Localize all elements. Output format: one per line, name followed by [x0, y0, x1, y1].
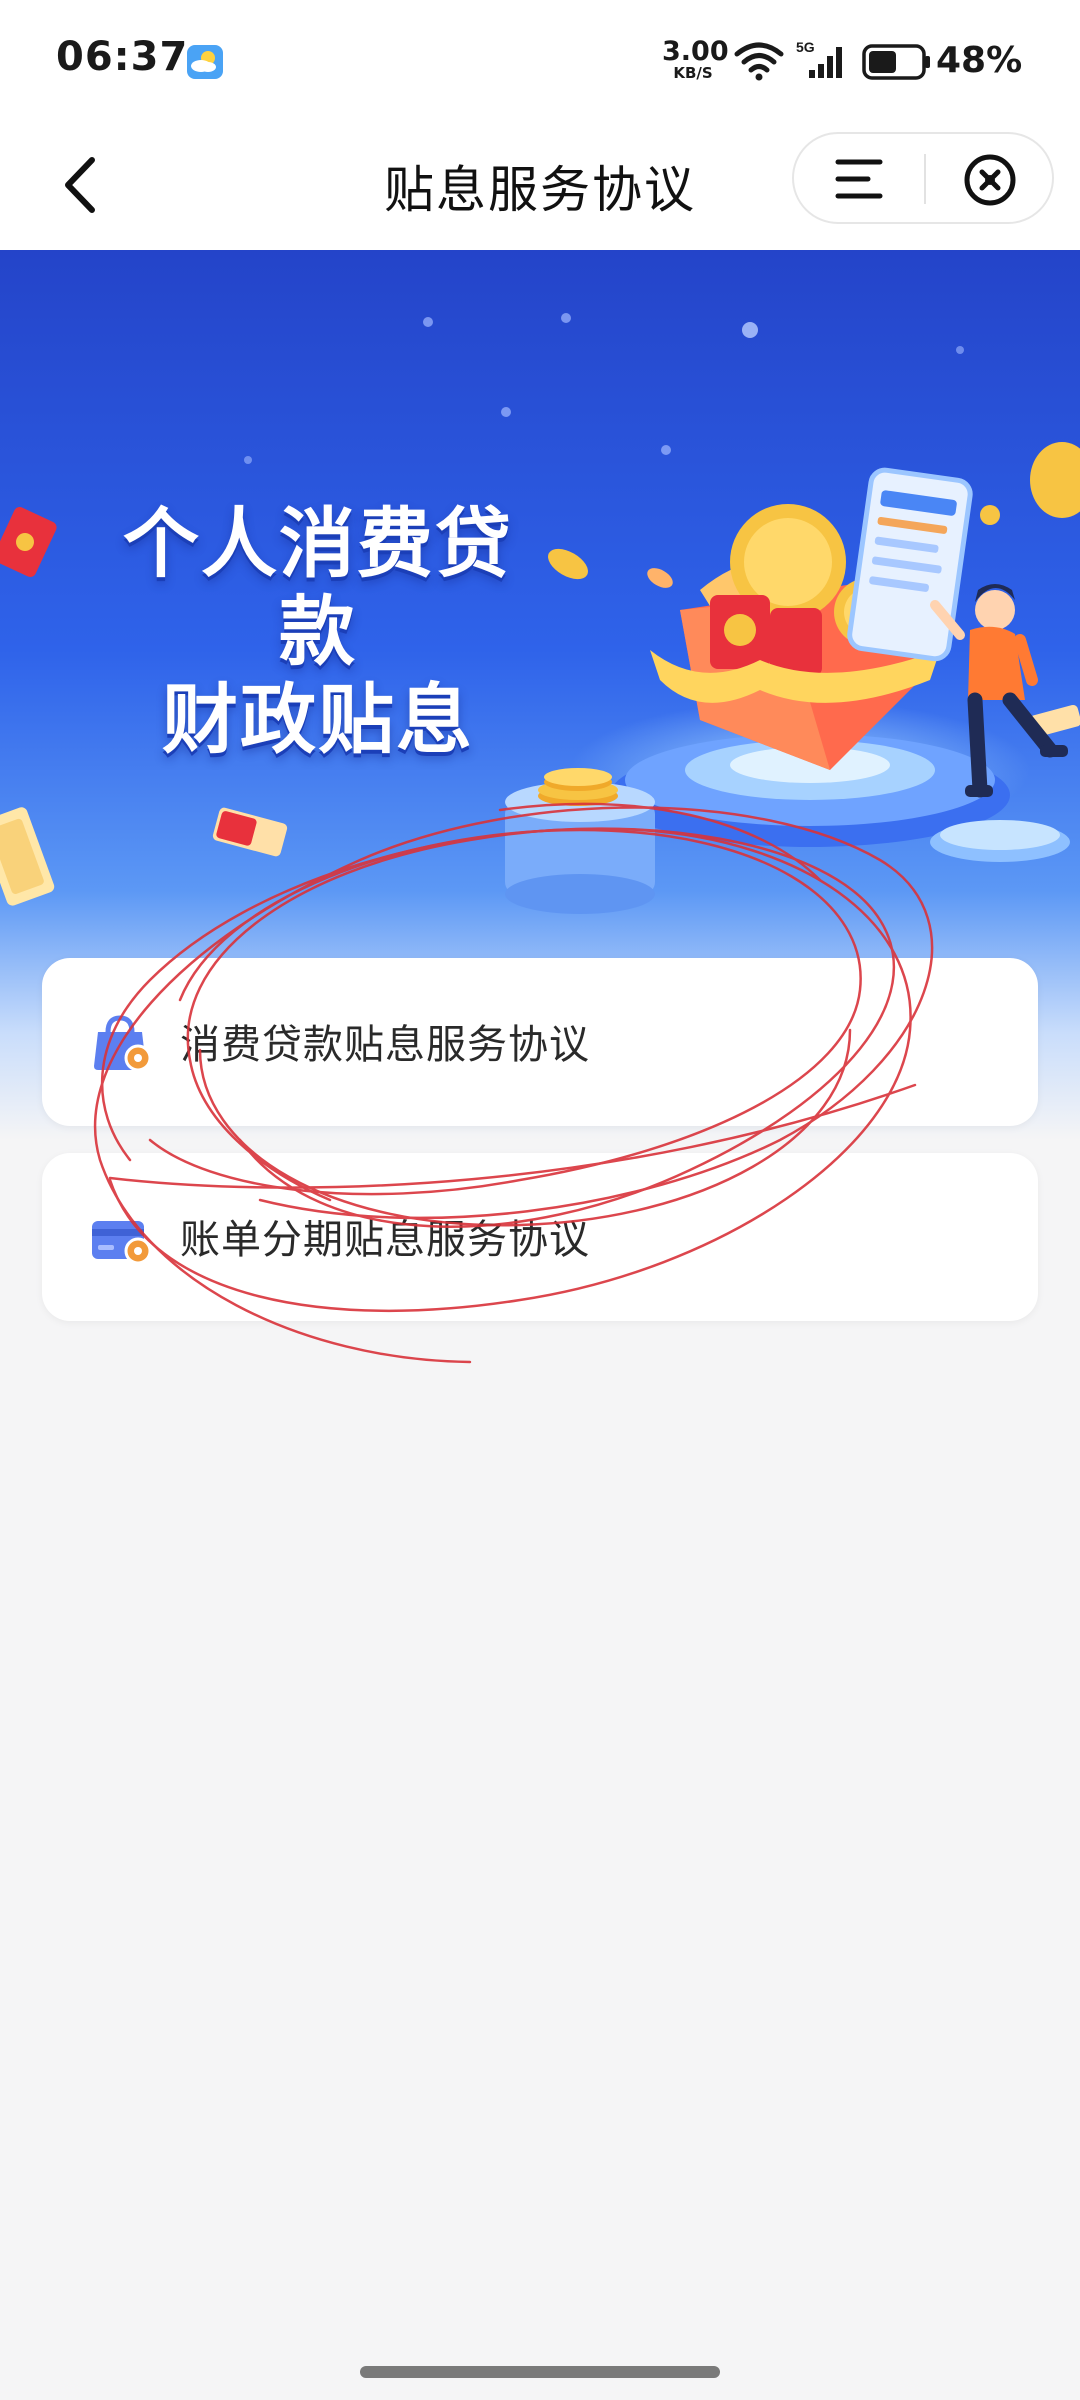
signal-5g-label: 5G	[796, 39, 815, 55]
capsule-divider	[924, 154, 926, 204]
close-circle-icon[interactable]	[962, 152, 1018, 208]
page: 06:37 3.00 KB/S 5G 48% 贴息服务协议 个人消费贷款 财政贴…	[0, 0, 1080, 2400]
status-time: 06:37	[56, 34, 189, 80]
mini-program-capsule	[792, 132, 1054, 224]
wifi-icon	[734, 42, 784, 81]
partly-cloudy-icon	[187, 45, 223, 79]
page-title: 贴息服务协议	[384, 161, 696, 219]
network-speed-unit: KB/S	[673, 64, 713, 82]
network-speed: 3.00 KB/S	[662, 36, 729, 82]
status-bar: 06:37 3.00 KB/S 5G 48%	[0, 0, 1080, 122]
credit-card-icon	[92, 1221, 150, 1265]
home-indicator[interactable]	[360, 2366, 720, 2378]
network-speed-value: 3.00	[662, 36, 729, 67]
battery-icon	[862, 44, 930, 80]
shopping-bag-icon	[94, 1015, 150, 1072]
cellular-signal-icon: 5G	[796, 39, 842, 78]
agreement-item-bill-installment[interactable]: 账单分期贴息服务协议	[42, 1153, 1038, 1321]
battery-percent: 48%	[936, 40, 1023, 81]
nav-bar: 贴息服务协议	[0, 122, 1080, 250]
agreement-label: 账单分期贴息服务协议	[180, 1217, 590, 1263]
hamburger-menu-icon[interactable]	[832, 154, 886, 204]
chevron-left-icon[interactable]	[56, 152, 106, 218]
agreement-item-consumer-loan[interactable]: 消费贷款贴息服务协议	[42, 958, 1038, 1126]
agreement-label: 消费贷款贴息服务协议	[180, 1022, 590, 1068]
